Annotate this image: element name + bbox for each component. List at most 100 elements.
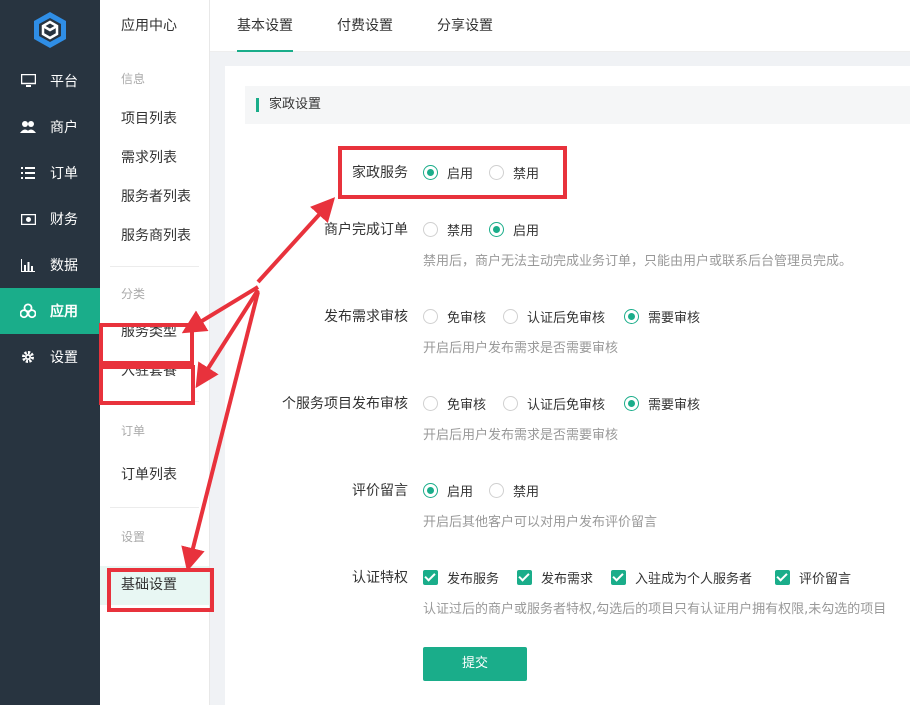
option-label: 认证后免审核 [527, 398, 606, 413]
nav-label: 应用 [50, 304, 78, 320]
logo-icon [34, 12, 66, 48]
housekeeping-enable-radio[interactable]: 启用 [423, 163, 473, 182]
group-head-settings: 设置 [121, 530, 146, 544]
comment-label: 评价留言 [352, 483, 408, 499]
gear-icon [20, 349, 36, 365]
checkbox-checked-icon [611, 570, 626, 585]
option-label: 禁用 [513, 485, 540, 500]
option-label: 需要审核 [648, 398, 701, 413]
nav-label: 平台 [50, 74, 78, 90]
radio-unchecked-icon [489, 483, 504, 498]
users-icon [20, 119, 36, 135]
tab-basic-settings[interactable]: 基本设置 [237, 0, 293, 52]
option-label: 启用 [513, 224, 540, 239]
option-label: 启用 [447, 167, 474, 182]
radio-checked-icon [423, 165, 438, 180]
subnav-item-order-list[interactable]: 订单列表 [100, 456, 209, 495]
money-icon [20, 211, 36, 227]
subnav-title: 应用中心 [121, 18, 177, 34]
radio-unchecked-icon [423, 396, 438, 411]
cert-comment-checkbox[interactable]: 评价留言 [775, 568, 851, 587]
cert-hint: 认证过后的商户或服务者特权,勾选后的项目只有认证用户拥有权限,未勾选的项目 [423, 602, 887, 617]
radio-unchecked-icon [503, 396, 518, 411]
option-label: 评价留言 [799, 572, 852, 587]
merchant-complete-enable-radio[interactable]: 启用 [489, 220, 539, 239]
nav-item-apps[interactable]: 应用 [0, 288, 100, 334]
tab-paid-settings[interactable]: 付费设置 [337, 0, 393, 52]
option-label: 认证后免审核 [527, 311, 606, 326]
subnav-item-project-list[interactable]: 项目列表 [100, 100, 209, 139]
nav-label: 订单 [50, 166, 78, 182]
cert-join-provider-checkbox[interactable]: 入驻成为个人服务者 [611, 568, 752, 587]
option-label: 免审核 [447, 311, 487, 326]
merchant-complete-disable-radio[interactable]: 禁用 [423, 220, 473, 239]
section-accent-bar [256, 98, 259, 112]
nav-item-platform[interactable]: 平台 [0, 58, 100, 104]
personal-review-label: 个服务项目发布审核 [282, 396, 408, 412]
section-title: 家政设置 [269, 97, 322, 112]
nav-item-order[interactable]: 订单 [0, 150, 100, 196]
option-label: 需要审核 [648, 311, 701, 326]
subnav-item-demand-list[interactable]: 需求列表 [100, 139, 209, 178]
cert-publish-service-checkbox[interactable]: 发布服务 [423, 568, 499, 587]
option-label: 禁用 [513, 167, 540, 182]
personal-review-required-radio[interactable]: 需要审核 [624, 394, 700, 413]
submit-button[interactable]: 提交 [423, 647, 527, 681]
subnav-item-basic-settings[interactable]: 基础设置 [100, 566, 209, 605]
personal-review-free-radio[interactable]: 免审核 [423, 394, 486, 413]
nav-label: 商户 [50, 120, 78, 136]
option-label: 发布需求 [541, 572, 594, 587]
radio-checked-icon [489, 222, 504, 237]
comment-hint: 开启后其他客户可以对用户发布评价留言 [423, 515, 658, 530]
housekeeping-label: 家政服务 [352, 165, 408, 181]
option-label: 禁用 [447, 224, 474, 239]
demand-review-cert-free-radio[interactable]: 认证后免审核 [503, 307, 605, 326]
nav-item-merchant[interactable]: 商户 [0, 104, 100, 150]
subnav-item-join-package[interactable]: 入驻套餐 [100, 352, 209, 391]
merchant-complete-label: 商户完成订单 [324, 222, 408, 238]
nav-item-settings[interactable]: 设置 [0, 334, 100, 380]
nav-item-finance[interactable]: 财务 [0, 196, 100, 242]
option-label: 入驻成为个人服务者 [635, 572, 753, 587]
cert-publish-demand-checkbox[interactable]: 发布需求 [517, 568, 593, 587]
personal-review-cert-free-radio[interactable]: 认证后免审核 [503, 394, 605, 413]
group-head-order: 订单 [121, 424, 146, 438]
divider [110, 507, 199, 508]
subnav-item-service-type[interactable]: 服务类型 [100, 313, 209, 352]
tab-share-settings[interactable]: 分享设置 [437, 0, 493, 52]
group-head-category: 分类 [121, 287, 146, 301]
monitor-icon [20, 73, 36, 89]
demand-review-hint: 开启后用户发布需求是否需要审核 [423, 341, 619, 356]
radio-checked-icon [624, 396, 639, 411]
group-head-info: 信息 [121, 72, 146, 86]
checkbox-checked-icon [423, 570, 438, 585]
radio-unchecked-icon [489, 165, 504, 180]
radio-unchecked-icon [423, 222, 438, 237]
comment-disable-radio[interactable]: 禁用 [489, 481, 539, 500]
nav-label: 财务 [50, 212, 78, 228]
comment-enable-radio[interactable]: 启用 [423, 481, 473, 500]
demand-review-free-radio[interactable]: 免审核 [423, 307, 486, 326]
option-label: 启用 [447, 485, 474, 500]
nav-item-data[interactable]: 数据 [0, 242, 100, 288]
divider [110, 266, 199, 267]
bar-chart-icon [20, 257, 36, 273]
list-icon [20, 165, 36, 181]
radio-checked-icon [624, 309, 639, 324]
radio-unchecked-icon [423, 309, 438, 324]
divider [110, 401, 199, 402]
option-label: 免审核 [447, 398, 487, 413]
nav-label: 数据 [50, 258, 78, 274]
subnav-item-provider-list[interactable]: 服务者列表 [100, 178, 209, 217]
personal-review-hint: 开启后用户发布需求是否需要审核 [423, 428, 619, 443]
top-tab-bar: 基本设置 付费设置 分享设置 [210, 0, 910, 52]
housekeeping-disable-radio[interactable]: 禁用 [489, 163, 539, 182]
merchant-complete-hint: 禁用后，商户无法主动完成业务订单，只能由用户或联系后台管理员完成。 [423, 254, 853, 269]
cert-label: 认证特权 [352, 570, 408, 586]
demand-review-required-radio[interactable]: 需要审核 [624, 307, 700, 326]
section-header: 家政设置 [245, 86, 910, 124]
app-logo[interactable] [0, 0, 100, 60]
subnav-item-merchant-list[interactable]: 服务商列表 [100, 217, 209, 256]
sub-nav: 应用中心 信息 项目列表 需求列表 服务者列表 服务商列表 分类 服务类型 入驻… [100, 0, 210, 705]
demand-review-label: 发布需求审核 [324, 309, 408, 325]
